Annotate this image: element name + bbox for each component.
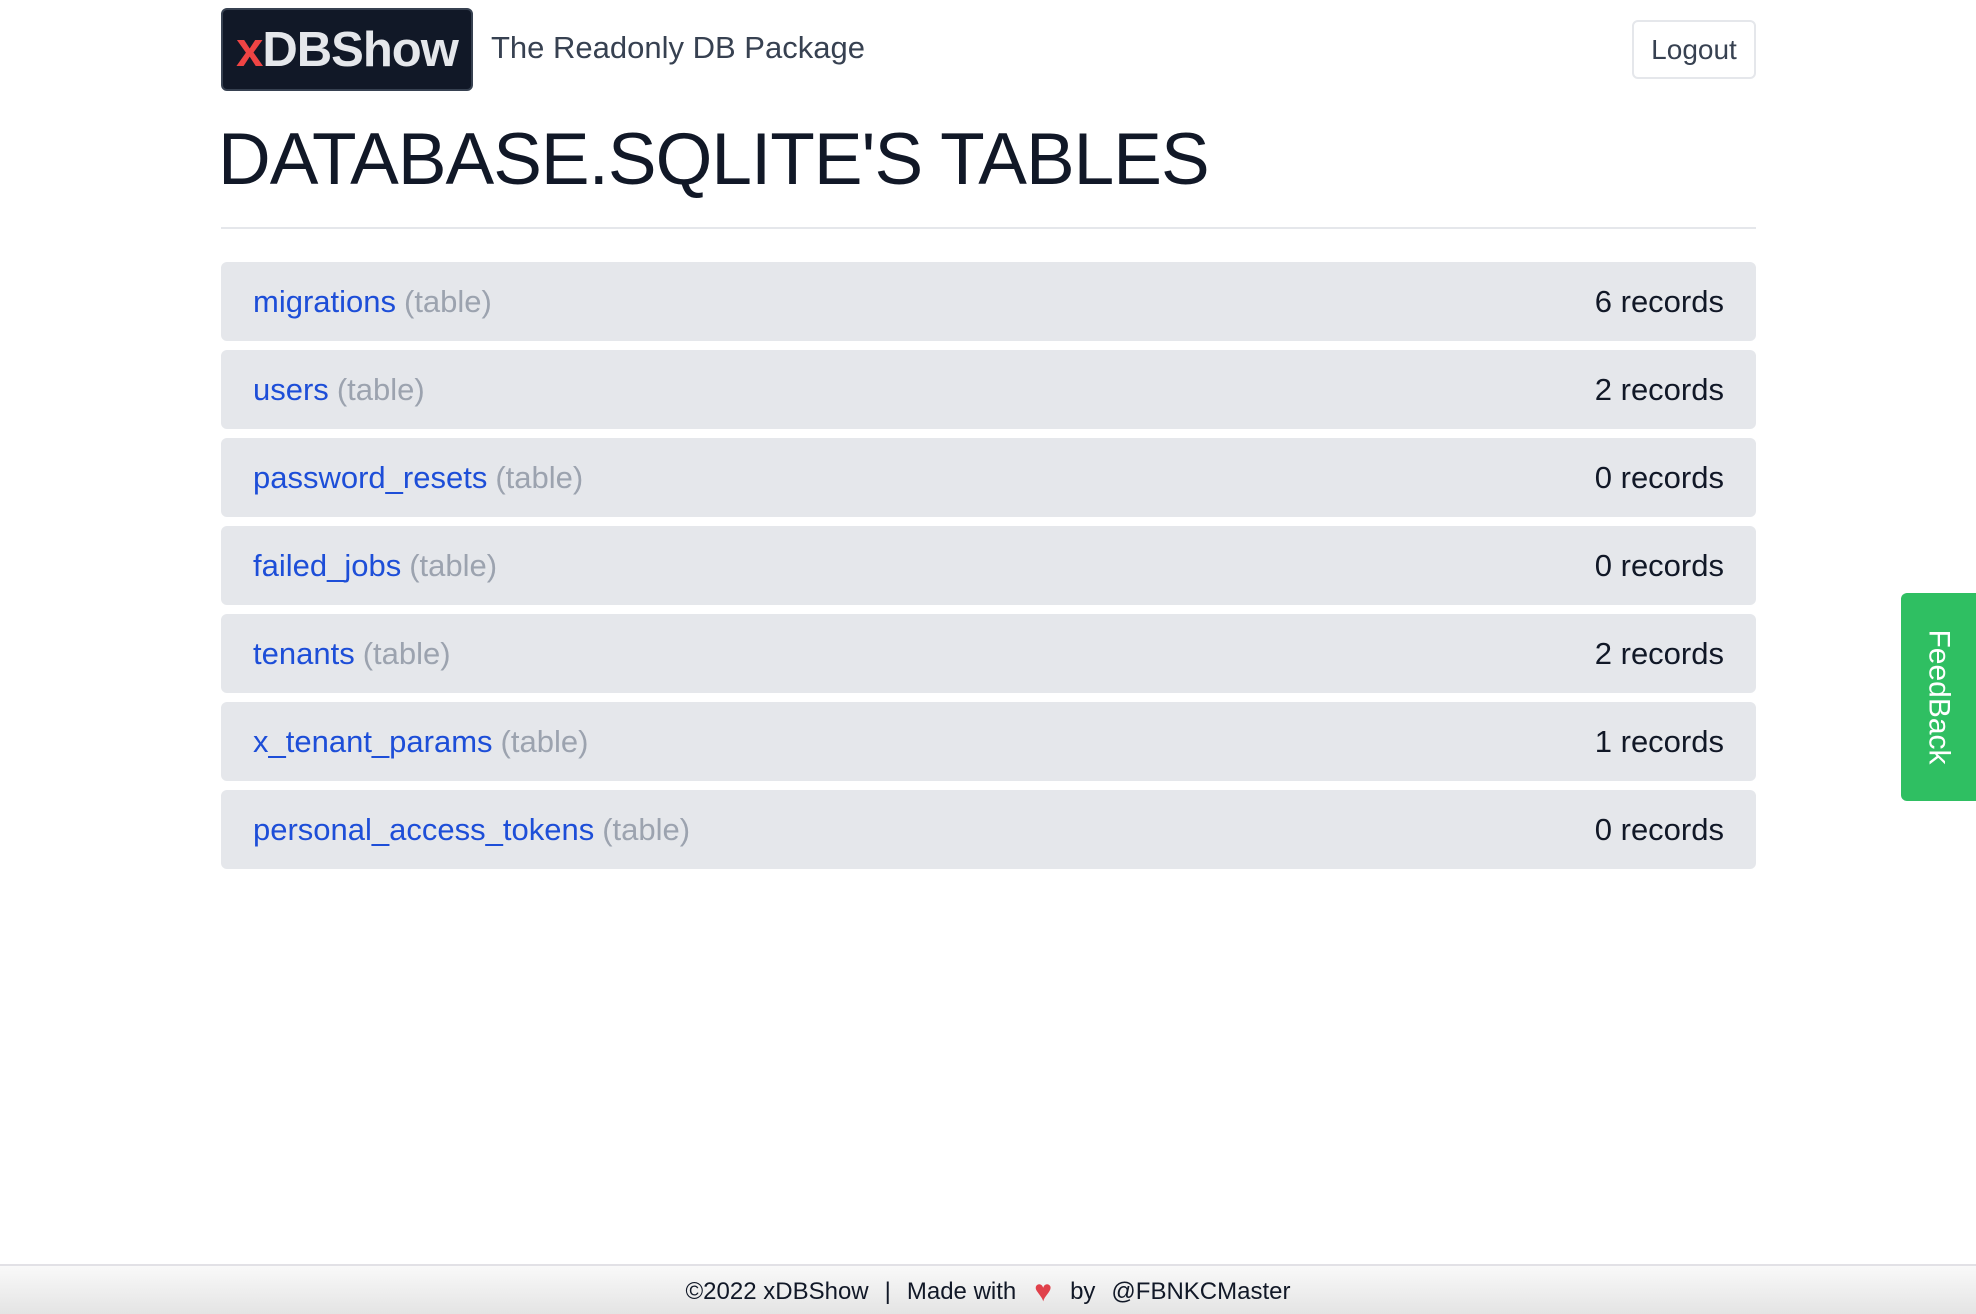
table-type: (table) — [495, 459, 584, 495]
record-count: 2 records — [1594, 371, 1724, 407]
table-link[interactable]: password_resets — [253, 460, 487, 495]
table-row[interactable]: migrations (table) 6 records — [221, 262, 1756, 341]
table-link[interactable]: x_tenant_params — [253, 724, 493, 759]
table-row[interactable]: users (table) 2 records — [221, 350, 1756, 429]
table-link[interactable]: users — [253, 372, 329, 407]
table-row[interactable]: password_resets (table) 0 records — [221, 438, 1756, 517]
footer-author[interactable]: @FBNKCMaster — [1111, 1278, 1290, 1306]
logo-text: DBShow — [262, 22, 458, 77]
table-row[interactable]: x_tenant_params (table) 1 records — [221, 702, 1756, 781]
top-bar: x DBShow The Readonly DB Package Logout — [221, 0, 1756, 100]
footer-separator: | — [884, 1278, 891, 1305]
table-link[interactable]: personal_access_tokens — [253, 812, 594, 847]
page-container: x DBShow The Readonly DB Package Logout D… — [218, 0, 1756, 869]
footer-by: by — [1070, 1278, 1096, 1305]
table-row[interactable]: personal_access_tokens (table) 0 records — [221, 790, 1756, 869]
table-link[interactable]: tenants — [253, 636, 355, 671]
record-count: 0 records — [1594, 459, 1724, 495]
logout-button[interactable]: Logout — [1632, 20, 1756, 79]
table-row[interactable]: tenants (table) 2 records — [221, 614, 1756, 693]
page-title: DATABASE.SQLITE'S TABLES — [218, 119, 1210, 200]
table-link[interactable]: migrations — [253, 284, 396, 319]
footer: ©2022 xDBShow | Made with ♥ by @FBNKCMas… — [0, 1264, 1976, 1314]
tagline: The Readonly DB Package — [491, 30, 865, 65]
table-type: (table) — [500, 723, 589, 759]
table-type: (table) — [602, 811, 691, 847]
record-count: 2 records — [1594, 635, 1724, 671]
table-row[interactable]: failed_jobs (table) 0 records — [221, 526, 1756, 605]
tables-list: migrations (table) 6 records users (table)… — [221, 262, 1756, 878]
feedback-label: FeedBack — [1922, 629, 1956, 765]
footer-copyright: ©2022 xDBShow — [685, 1278, 869, 1305]
table-type: (table) — [362, 635, 451, 671]
logo-prefix: x — [236, 22, 263, 77]
feedback-tab[interactable]: FeedBack — [1901, 593, 1976, 801]
table-link[interactable]: failed_jobs — [253, 548, 401, 583]
heart-icon: ♥ — [1034, 1275, 1053, 1308]
record-count: 6 records — [1594, 283, 1724, 319]
record-count: 0 records — [1594, 547, 1724, 583]
table-type: (table) — [404, 283, 492, 319]
footer-made-with: Made with — [906, 1278, 1017, 1305]
divider — [221, 227, 1756, 229]
record-count: 1 records — [1594, 723, 1724, 759]
table-type: (table) — [409, 547, 498, 583]
table-type: (table) — [336, 371, 425, 407]
logo[interactable]: x DBShow — [221, 8, 473, 91]
record-count: 0 records — [1594, 811, 1724, 847]
